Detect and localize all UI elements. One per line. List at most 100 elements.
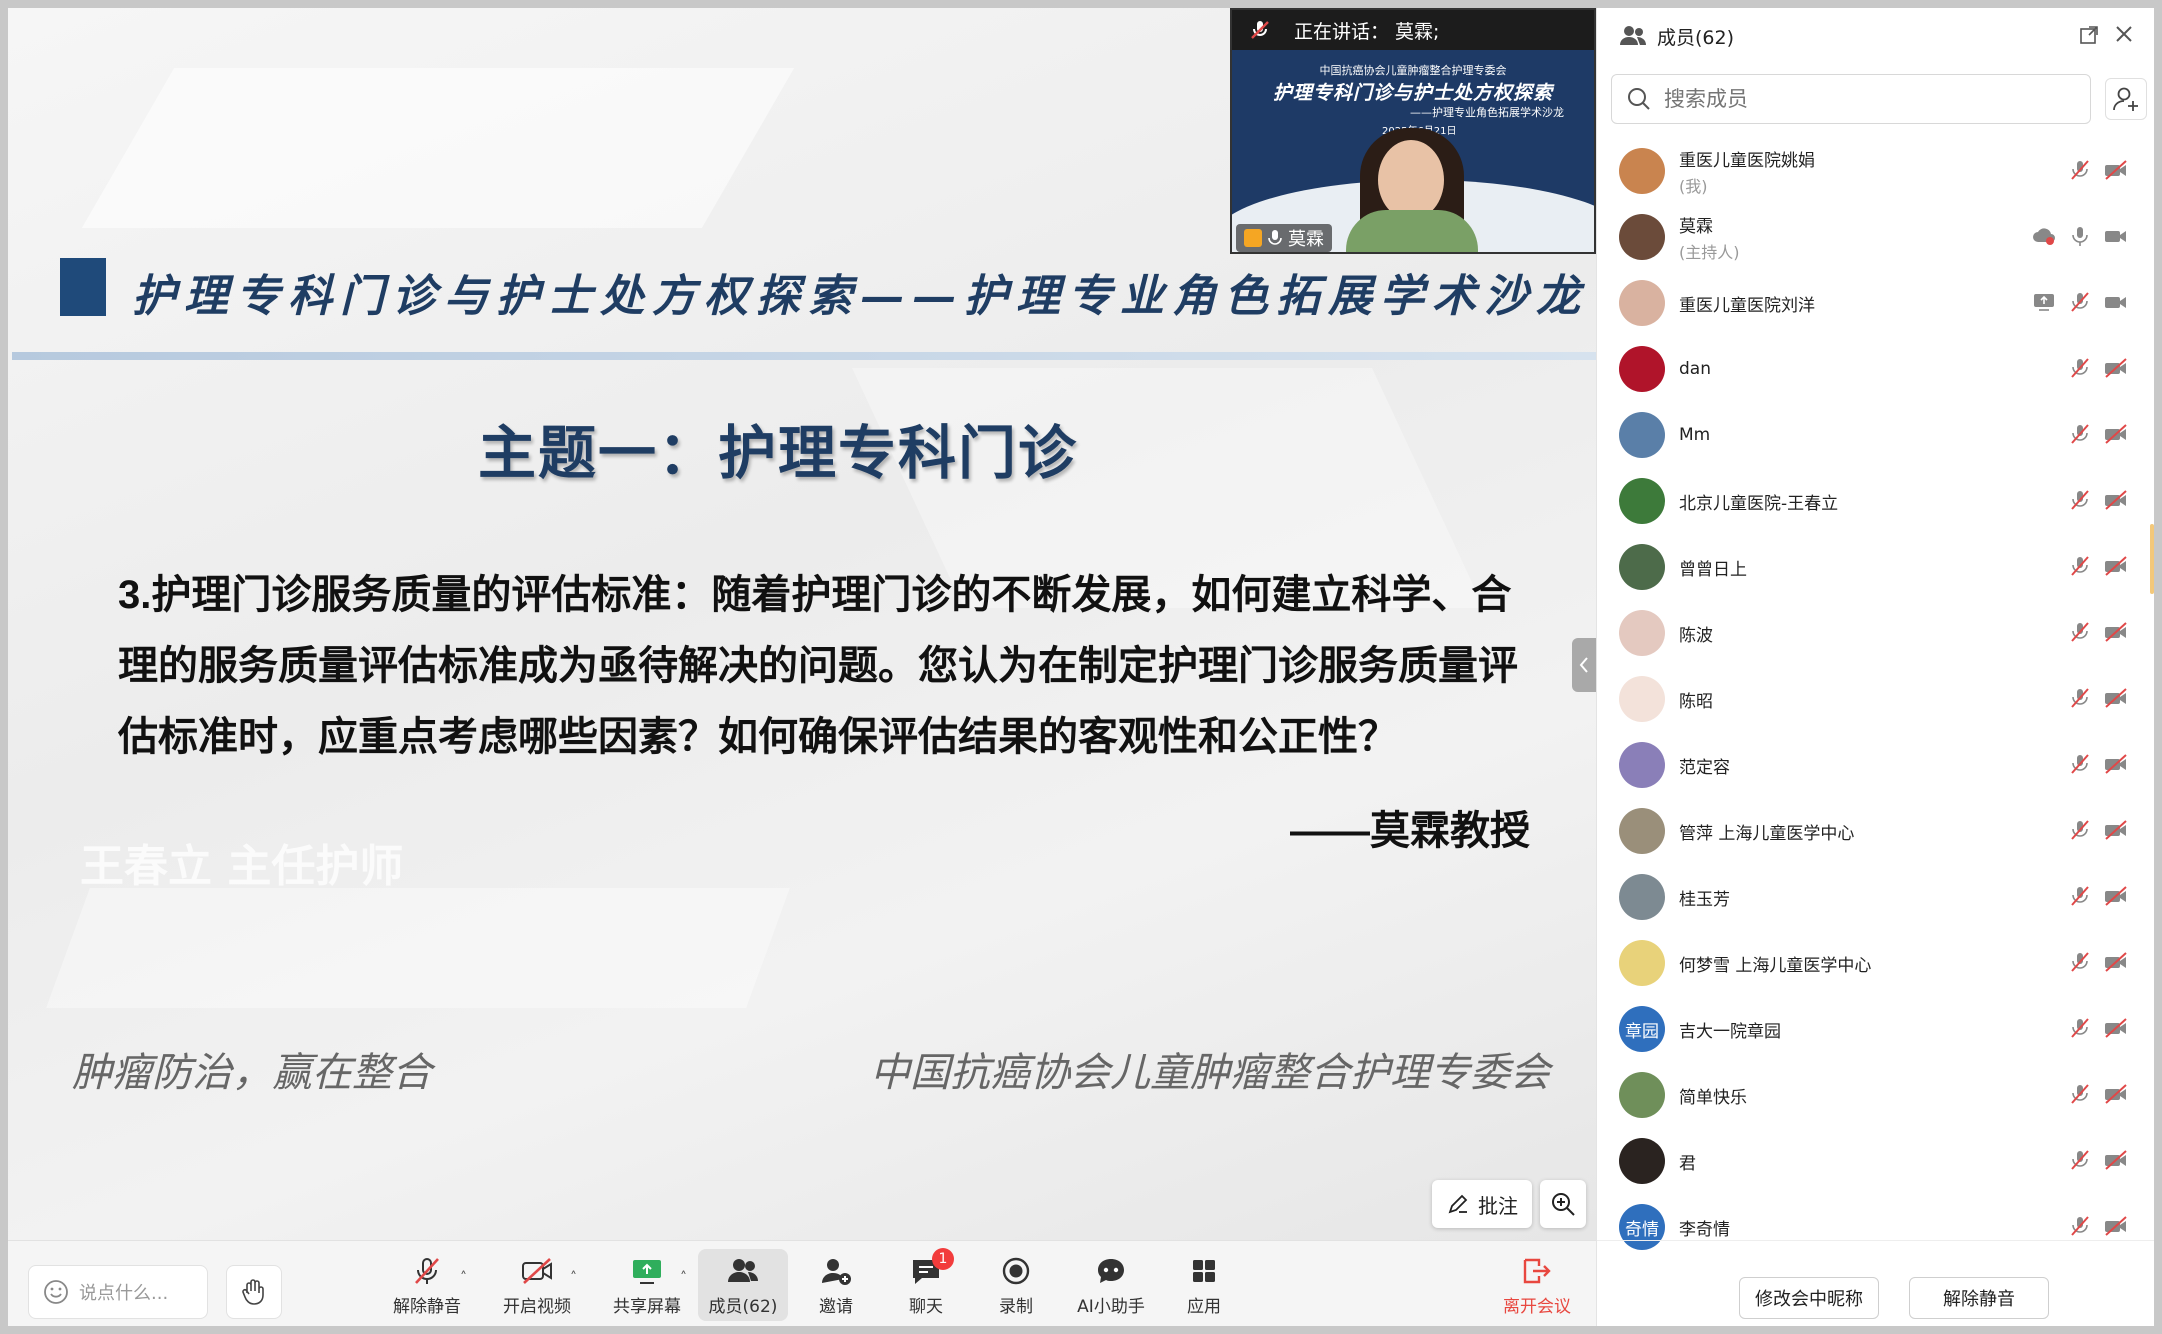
muted-mic-icon: [2068, 158, 2092, 182]
member-avatar: [1619, 346, 1665, 392]
slide-decoration: [46, 888, 790, 1008]
slide-question: 3.护理门诊服务质量的评估标准：随着护理门诊的不断发展，如何建立科学、合理的服务…: [118, 573, 1518, 759]
muted-mic-icon: [2068, 1082, 2092, 1106]
collapse-panel-handle[interactable]: [1572, 638, 1596, 692]
unmute-button[interactable]: ˄ 解除静音: [382, 1249, 472, 1321]
quick-chat-placeholder: 说点什么...: [79, 1283, 169, 1304]
slide-attribution: ——莫霖教授: [1290, 809, 1530, 853]
video-options-caret-icon[interactable]: ˄: [570, 1270, 577, 1286]
start-video-button[interactable]: ˄ 开启视频: [492, 1249, 582, 1321]
member-row[interactable]: 曾曾日上: [1597, 534, 2154, 600]
active-speaker-video[interactable]: 正在讲话： 莫霖; 中国抗癌协会儿童肿瘤整合护理专委会 护理专科门诊与护士处方权…: [1230, 8, 1596, 254]
video-off-icon: [2104, 884, 2128, 908]
host-badge-icon: [1244, 229, 1262, 247]
member-row[interactable]: 北京儿童医院-王春立: [1597, 468, 2154, 534]
muted-mic-icon: [1248, 18, 1272, 42]
member-row[interactable]: 桂玉芳: [1597, 864, 2154, 930]
member-row[interactable]: 陈波: [1597, 600, 2154, 666]
member-text: 北京儿童医院-王春立: [1679, 489, 1838, 514]
invite-button[interactable]: 邀请: [798, 1249, 874, 1321]
share-screen-button[interactable]: ˄ 共享屏幕: [602, 1249, 692, 1321]
member-text: 吉大一院章园: [1679, 1017, 1781, 1042]
slide-title-marker: [60, 258, 106, 316]
member-avatar: [1619, 610, 1665, 656]
slide-divider: [12, 352, 1596, 360]
unmute-all-button[interactable]: 解除静音: [1909, 1277, 2049, 1319]
zoom-in-button[interactable]: [1540, 1180, 1586, 1228]
member-row[interactable]: 陈昭: [1597, 666, 2154, 732]
muted-mic-icon: [2068, 1148, 2092, 1172]
muted-mic-icon: [2068, 1214, 2092, 1238]
member-row[interactable]: 莫霖 (主持人): [1597, 204, 2154, 270]
member-search-box[interactable]: [1611, 74, 2091, 124]
add-user-icon: [2113, 87, 2138, 111]
speaking-label: 正在讲话：: [1294, 20, 1390, 43]
member-status-icons: [2068, 884, 2128, 908]
rename-button[interactable]: 修改会中昵称: [1739, 1277, 1879, 1319]
video-off-icon: [2104, 818, 2128, 842]
muted-mic-icon: [2068, 884, 2092, 908]
close-icon[interactable]: [2112, 22, 2136, 51]
member-name: dan: [1679, 359, 1711, 379]
popout-icon[interactable]: [2078, 24, 2100, 51]
member-row[interactable]: 简单快乐: [1597, 1062, 2154, 1128]
member-row[interactable]: 范定容: [1597, 732, 2154, 798]
video-icon: [2104, 224, 2128, 248]
mic-icon: [2068, 224, 2092, 248]
chat-unread-badge: 1: [932, 1247, 954, 1270]
member-name: 范定容: [1679, 757, 1730, 778]
video-off-icon: [2104, 686, 2128, 710]
slide-topic: 主题一：护理专科门诊: [478, 421, 1079, 486]
speaker-name-tag: 莫霖: [1236, 224, 1332, 252]
slide-decoration: [81, 68, 795, 228]
video-off-icon: [2104, 1148, 2128, 1172]
member-row[interactable]: 重医儿童医院刘洋: [1597, 270, 2154, 336]
member-list-scrollbar[interactable]: [2150, 524, 2154, 594]
chat-button[interactable]: 1 聊天: [888, 1247, 964, 1321]
leave-meeting-button[interactable]: 离开会议: [1492, 1249, 1582, 1321]
member-row[interactable]: dan: [1597, 336, 2154, 402]
apps-label: 应用: [1187, 1296, 1221, 1317]
members-panel-header: 成员(62): [1597, 8, 2154, 64]
speaker-slide-org: 中国抗癌协会儿童肿瘤整合护理专委会: [1319, 64, 1507, 77]
members-button[interactable]: 成员(62): [698, 1249, 788, 1321]
member-row[interactable]: 章园 吉大一院章园: [1597, 996, 2154, 1062]
ai-assistant-button[interactable]: AI小助手: [1066, 1249, 1156, 1321]
video-off-icon: [2104, 620, 2128, 644]
member-status-icons: [2068, 356, 2128, 380]
member-avatar: [1619, 148, 1665, 194]
member-name: 重医儿童医院姚娟: [1679, 150, 1815, 171]
member-avatar: [1619, 280, 1665, 326]
invite-label: 邀请: [819, 1296, 853, 1317]
meeting-window: 护理专科门诊与护士处方权探索——护理专业角色拓展学术沙龙 主题一：护理专科门诊 …: [8, 8, 2154, 1326]
audio-options-caret-icon[interactable]: ˄: [460, 1270, 467, 1286]
member-name: 莫霖: [1679, 216, 1713, 237]
muted-mic-icon: [415, 1257, 439, 1284]
member-row[interactable]: Mm: [1597, 402, 2154, 468]
member-name: 何梦雪 上海儿童医学中心: [1679, 955, 1872, 976]
muted-mic-icon: [2068, 290, 2092, 314]
leave-meeting-label: 离开会议: [1503, 1296, 1571, 1317]
member-search-input[interactable]: [1664, 87, 2044, 111]
member-status-icons: [2068, 1082, 2128, 1106]
member-text: Mm: [1679, 425, 1710, 445]
speaker-body: [1346, 210, 1478, 252]
member-status-icons: [2032, 290, 2128, 314]
member-text: 陈波: [1679, 621, 1713, 646]
share-options-caret-icon[interactable]: ˄: [680, 1270, 687, 1286]
muted-mic-icon: [2068, 554, 2092, 578]
apps-button[interactable]: 应用: [1166, 1249, 1242, 1321]
member-text: 李奇情: [1679, 1215, 1730, 1240]
add-member-button[interactable]: [2105, 78, 2147, 120]
member-row[interactable]: 管萍 上海儿童医学中心: [1597, 798, 2154, 864]
record-button[interactable]: 录制: [978, 1249, 1054, 1321]
member-row[interactable]: 君: [1597, 1128, 2154, 1194]
raise-hand-button[interactable]: [226, 1265, 282, 1319]
member-row[interactable]: 重医儿童医院姚娟 (我): [1597, 138, 2154, 204]
video-off-icon: [2104, 1016, 2128, 1040]
member-name: Mm: [1679, 425, 1711, 445]
quick-chat-input[interactable]: 说点什么...: [28, 1265, 208, 1319]
member-text: 管萍 上海儿童医学中心: [1679, 819, 1854, 844]
member-row[interactable]: 何梦雪 上海儿童医学中心: [1597, 930, 2154, 996]
annotate-button[interactable]: 批注: [1432, 1180, 1532, 1228]
